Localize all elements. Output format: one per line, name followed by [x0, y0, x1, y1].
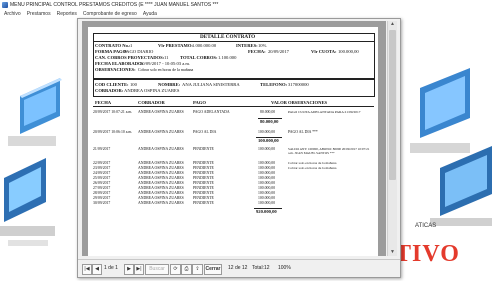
- table-row: 20/09/2017 10:07:21 a.m. ANDREA OSPINA Z…: [93, 110, 375, 115]
- col-fecha: FECHA: [95, 100, 112, 105]
- title-bar: MENU PRINCIPAL CONTROL PRESTAMOS CREDITO…: [0, 0, 500, 9]
- contrato-value: 1: [130, 43, 133, 48]
- row-valor: 100.000,00: [258, 201, 276, 205]
- table-row: 30/09/2017 ANDREA OSPINA ZUARES PENDIENT…: [93, 201, 375, 206]
- col-valor: VALOR: [271, 100, 287, 105]
- grand-total: 920.000,00: [256, 209, 277, 214]
- background-brand: TIVO: [395, 241, 460, 267]
- search-input[interactable]: Buscar: [145, 264, 169, 275]
- report-viewer-window: DETALLE CONTRATO CONTRATO No.: 1 Vlr PRE…: [77, 18, 401, 278]
- report-canvas: DETALLE CONTRATO CONTRATO No.: 1 Vlr PRE…: [82, 21, 386, 256]
- nombre-label: NOMBRE:: [158, 82, 181, 87]
- app-icon: [2, 1, 8, 8]
- prev-page-icon[interactable]: ◀: [92, 264, 102, 275]
- observaciones-value: Cobrar solo en horas de la mañana: [138, 67, 194, 72]
- cobrador-value: ANDREA OSPINA ZUARES: [124, 88, 180, 93]
- menu-ayuda[interactable]: Ayuda: [143, 11, 157, 17]
- report-navigation-bar: |◀ ◀ 1 de 1 ▶ ▶| Buscar ⟳ ⎙ ⇪ Cerrar 12 …: [78, 259, 400, 277]
- scroll-thumb[interactable]: [389, 30, 396, 180]
- report-title: DETALLE CONTRATO: [200, 34, 256, 40]
- cod-cliente-label: COD CLIENTE:: [95, 82, 129, 87]
- row-valor: 80.000,00: [260, 110, 276, 114]
- cod-cliente-value: 100: [130, 82, 137, 87]
- col-cobrador: COBRADOR: [138, 100, 165, 105]
- vlr-cuota-value: 100.000,00: [338, 49, 359, 54]
- record-count: 12 de 12: [228, 265, 248, 271]
- forma-pago-value: PAGO DIARIO: [124, 49, 154, 54]
- cobros-proyectados-label: CAN. COBROS PROYECTADOS:: [95, 55, 165, 60]
- row-cobrador: ANDREA OSPINA ZUARES: [138, 130, 184, 134]
- table-row: 21/09/2017 ANDREA OSPINA ZUARES PENDIENT…: [93, 147, 375, 155]
- fecha-elaborado-label: FECHA ELABORADO:: [95, 61, 144, 66]
- row-pago: PAGO ADELANTADA: [193, 110, 230, 114]
- scroll-up-icon[interactable]: ▲: [389, 21, 396, 28]
- vertical-scrollbar[interactable]: ▲ ▼: [387, 21, 397, 256]
- telefono-label: TELEFONO:: [260, 82, 288, 87]
- vlr-prestamo-value: 1.000.000.00: [192, 43, 217, 48]
- menu-prestamos[interactable]: Prestamos: [27, 11, 51, 17]
- row-pago: PENDIENTE: [193, 147, 214, 151]
- row-pago: PENDIENTE: [193, 201, 214, 205]
- subtotal-2: 100.000,00: [258, 138, 279, 143]
- next-page-icon[interactable]: ▶: [124, 264, 134, 275]
- subtotal-1: 80.000,00: [260, 119, 279, 124]
- intereses-value: 10%: [258, 43, 267, 48]
- total-cobros-value: 1.100.000: [218, 55, 237, 60]
- refresh-icon[interactable]: ⟳: [170, 264, 181, 275]
- title-divider: [93, 41, 374, 42]
- row-cobrador: ANDREA OSPINA ZUARES: [138, 110, 184, 114]
- zoom-level: 100%: [278, 265, 291, 271]
- close-button[interactable]: Cerrar: [204, 264, 222, 275]
- menu-reportes[interactable]: Reportes: [57, 11, 77, 17]
- row-fecha: 21/09/2017: [93, 147, 111, 151]
- menu-archivo[interactable]: Archivo: [4, 11, 21, 17]
- total-count: Total:12: [252, 265, 270, 271]
- vlr-prestamo-label: Vlr PRESTAMO:: [158, 43, 193, 48]
- first-page-icon[interactable]: |◀: [82, 264, 92, 275]
- table-row: 20/09/2017 10:06:10 a.m. ANDREA OSPINA Z…: [93, 130, 375, 135]
- nombre-value: ANA JULIANA SINISTERRA: [182, 82, 240, 87]
- observaciones-label: OBSERVACIONES:: [95, 67, 136, 72]
- intereses-label: INTERES:: [236, 43, 258, 48]
- row-pago: PAGO AL DIA: [193, 130, 217, 134]
- row-valor: 100.000,00: [258, 147, 276, 151]
- row-cobrador: ANDREA OSPINA ZUARES: [138, 147, 184, 151]
- row-obs: PAGO AL DIA ***: [288, 130, 318, 134]
- header-divider: [93, 106, 374, 107]
- col-observaciones: OBSERVACIONES: [288, 100, 328, 105]
- window-title: MENU PRINCIPAL CONTROL PRESTAMOS CREDITO…: [10, 1, 219, 8]
- row-fecha: 20/09/2017 10:06:10 a.m.: [93, 130, 133, 134]
- menu-comprobante-egreso[interactable]: Comprobante de egreso: [83, 11, 137, 17]
- scroll-down-icon[interactable]: ▼: [389, 249, 396, 256]
- background-caption: ATICAS: [415, 223, 437, 229]
- contrato-label: CONTRATO No.:: [95, 43, 131, 48]
- row-obs: PAGO CUOTA ADELANTADA PARA 21/09/2017: [288, 110, 361, 114]
- telefono-value: 317000000: [288, 82, 309, 87]
- total-cobros-label: TOTAL COBROS:: [180, 55, 218, 60]
- fecha-label: FECHA:: [248, 49, 266, 54]
- report-page: DETALLE CONTRATO CONTRATO No.: 1 Vlr PRE…: [88, 27, 378, 256]
- fecha-value: 20/09/2017: [268, 49, 289, 54]
- print-icon[interactable]: ⎙: [181, 264, 192, 275]
- row-cobrador: ANDREA OSPINA ZUARES: [138, 201, 184, 205]
- col-pago: PAGO: [193, 100, 206, 105]
- last-page-icon[interactable]: ▶|: [134, 264, 144, 275]
- cobros-proyectados-value: 11: [164, 55, 169, 60]
- row-obs: SALDO ANT: 100000, ABONO: 80000 20/09/20…: [288, 147, 370, 155]
- export-icon[interactable]: ⇪: [192, 264, 203, 275]
- cobrador-label: COBRADOR:: [95, 88, 124, 93]
- forma-pago-label: FORMA PAGO:: [95, 49, 128, 54]
- page-indicator: 1 de 1: [104, 265, 118, 271]
- row-valor: 100.000,00: [258, 130, 276, 134]
- row-fecha: 20/09/2017 10:07:21 a.m.: [93, 110, 133, 114]
- fecha-elaborado-value: 20/09/2017 - 10:05:03 a.m.: [140, 61, 191, 66]
- row-fecha: 30/09/2017: [93, 201, 111, 205]
- vlr-cuota-label: Vlr CUOTA:: [311, 49, 337, 54]
